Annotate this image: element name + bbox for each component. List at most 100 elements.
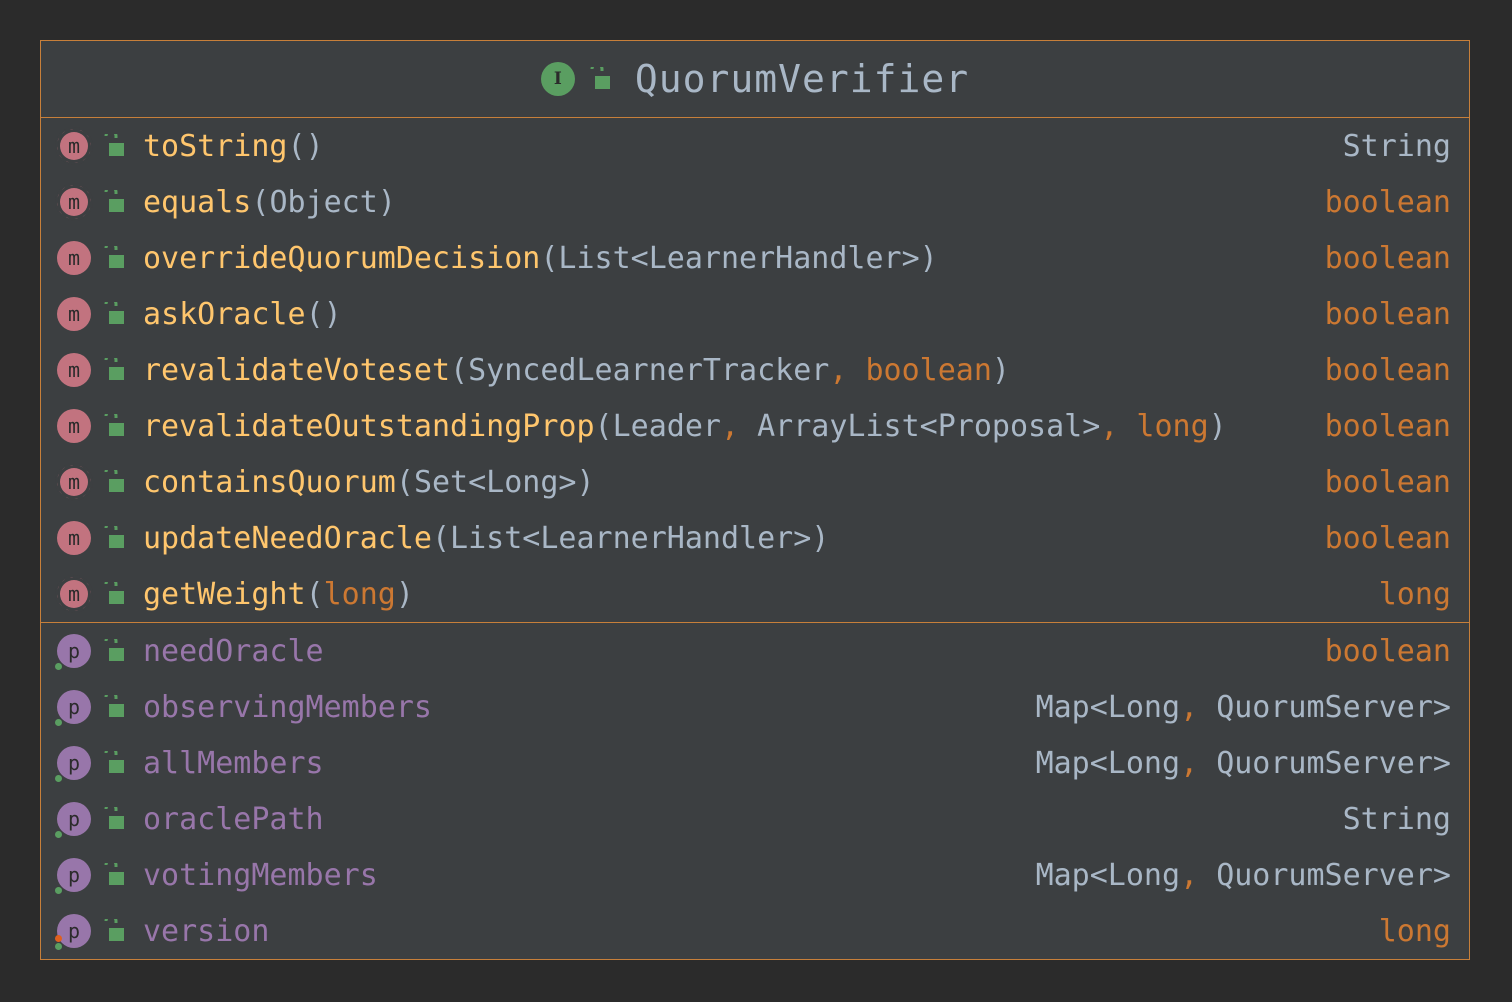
paren-close: ): [811, 520, 830, 556]
property-name: votingMembers: [143, 857, 378, 893]
method-param: List<LearnerHandler>: [450, 520, 812, 556]
method-row[interactable]: m toString() String: [41, 118, 1469, 174]
property-type: String: [1342, 801, 1451, 837]
return-type: boolean: [1324, 520, 1451, 556]
method-row[interactable]: m revalidateVoteset(SyncedLearnerTracker,…: [41, 342, 1469, 398]
method-name: updateNeedOracle: [143, 520, 432, 556]
unlocked-padlock-icon: [104, 639, 124, 661]
return-type: boolean: [1324, 184, 1451, 220]
property-badge-icon: p: [55, 746, 91, 782]
paren-close: ): [377, 184, 396, 220]
return-type: boolean: [1324, 464, 1451, 500]
method-badge-icon: m: [55, 575, 93, 613]
method-row[interactable]: m overrideQuorumDecision(List<LearnerHand…: [41, 230, 1469, 286]
method-signature: revalidateVoteset(SyncedLearnerTracker, …: [143, 353, 1010, 388]
method-badge-icon: m: [57, 241, 91, 275]
unlocked-padlock-icon: [590, 67, 610, 89]
paren-open: (: [287, 128, 306, 164]
unlocked-padlock-icon: [104, 190, 124, 212]
method-row[interactable]: m askOracle() boolean: [41, 286, 1469, 342]
type-part: QuorumServer>: [1216, 857, 1451, 893]
return-type: boolean: [1324, 240, 1451, 276]
unlocked-padlock-icon: [104, 246, 124, 268]
method-row[interactable]: m getWeight(long) long: [41, 566, 1469, 622]
class-diagram-card: I QuorumVerifier m toString() String m equal…: [40, 40, 1470, 960]
method-row[interactable]: m equals(Object) boolean: [41, 174, 1469, 230]
param-separator: ,: [829, 352, 866, 388]
method-signature: overrideQuorumDecision(List<LearnerHandl…: [143, 241, 938, 276]
paren-close: ): [1208, 408, 1227, 444]
properties-section: p needOracle boolean p observingMembers Map<L…: [41, 623, 1469, 959]
unlocked-padlock-icon: [104, 526, 124, 548]
paren-open: (: [431, 520, 451, 556]
unlocked-padlock-icon: [104, 582, 124, 604]
property-name: allMembers: [143, 745, 324, 781]
unlocked-padlock-icon: [104, 470, 124, 492]
class-header: I QuorumVerifier: [41, 41, 1469, 118]
class-title: QuorumVerifier: [634, 57, 970, 101]
return-type: boolean: [1324, 408, 1451, 444]
type-separator: ,: [1180, 857, 1217, 893]
method-param: ArrayList<Proposal>: [757, 408, 1101, 444]
property-row[interactable]: p needOracle boolean: [41, 623, 1469, 679]
property-row[interactable]: p allMembers Map<Long, QuorumServer>: [41, 735, 1469, 791]
paren-close: ): [305, 128, 324, 164]
property-badge-icon: p: [55, 690, 91, 726]
method-row[interactable]: m containsQuorum(Set<Long>) boolean: [41, 454, 1469, 510]
type-separator: ,: [1180, 745, 1217, 781]
method-name: revalidateOutstandingProp: [143, 408, 595, 444]
param-separator: ,: [1100, 408, 1137, 444]
unlocked-padlock-icon: [104, 302, 124, 324]
method-badge-icon: m: [57, 297, 91, 331]
method-signature: toString(): [143, 129, 324, 164]
property-name: observingMembers: [143, 689, 432, 725]
method-signature: equals(Object): [143, 185, 396, 220]
method-badge-icon: m: [57, 521, 91, 555]
paren-open: (: [305, 576, 324, 612]
method-signature: containsQuorum(Set<Long>): [143, 465, 595, 500]
method-param: Set<Long>: [413, 464, 577, 500]
setter-dot-icon: [55, 935, 62, 942]
method-param: SyncedLearnerTracker: [468, 352, 830, 388]
property-row[interactable]: p votingMembers Map<Long, QuorumServer>: [41, 847, 1469, 903]
paren-close: ): [991, 352, 1010, 388]
unlocked-padlock-icon: [104, 414, 124, 436]
return-type: boolean: [1324, 296, 1451, 332]
method-name: equals: [143, 184, 252, 220]
type-part: QuorumServer>: [1216, 745, 1451, 781]
getter-dot-icon: [55, 775, 62, 782]
method-param: Leader: [612, 408, 721, 444]
unlocked-padlock-icon: [104, 751, 124, 773]
paren-open: (: [395, 464, 414, 500]
property-row[interactable]: p version long: [41, 903, 1469, 959]
method-row[interactable]: m updateNeedOracle(List<LearnerHandler>) b…: [41, 510, 1469, 566]
method-badge-icon: m: [55, 463, 93, 501]
method-param: List<LearnerHandler>: [558, 240, 920, 276]
paren-close: ): [919, 240, 938, 276]
getter-dot-icon: [55, 663, 62, 670]
property-type: Map<Long, QuorumServer>: [1036, 858, 1451, 893]
method-param: long: [323, 576, 396, 612]
method-param: boolean: [865, 352, 992, 388]
property-badge-icon: p: [55, 858, 91, 894]
interface-badge-icon: I: [540, 62, 575, 96]
unlocked-padlock-icon: [104, 695, 124, 717]
property-name: needOracle: [143, 633, 324, 669]
type-part: Map<Long: [1035, 857, 1181, 893]
method-row[interactable]: m revalidateOutstandingProp(Leader, Array…: [41, 398, 1469, 454]
unlocked-padlock-icon: [104, 807, 124, 829]
method-name: revalidateVoteset: [143, 352, 451, 388]
property-row[interactable]: p observingMembers Map<Long, QuorumServer>: [41, 679, 1469, 735]
method-signature: askOracle(): [143, 297, 342, 332]
property-row[interactable]: p oraclePath String: [41, 791, 1469, 847]
unlocked-padlock-icon: [104, 919, 124, 941]
method-name: toString: [143, 128, 288, 164]
property-name: oraclePath: [143, 801, 324, 837]
getter-dot-icon: [55, 831, 62, 838]
type-part: QuorumServer>: [1216, 689, 1451, 725]
return-type: long: [1378, 576, 1451, 612]
return-type: String: [1342, 128, 1451, 164]
method-signature: updateNeedOracle(List<LearnerHandler>): [143, 521, 829, 556]
getter-dot-icon: [55, 887, 62, 894]
method-badge-icon: m: [55, 183, 93, 221]
